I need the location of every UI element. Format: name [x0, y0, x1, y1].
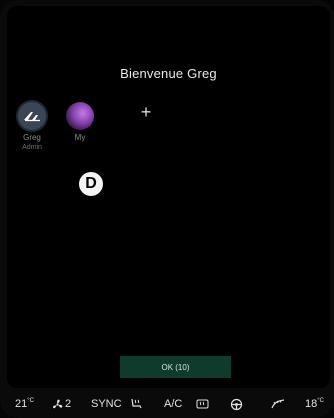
rear-defrost-button[interactable]	[196, 398, 209, 410]
heated-wheel-button[interactable]	[230, 398, 243, 411]
welcome-title: Bienvenue Greg	[120, 66, 217, 81]
temp-right[interactable]: 18°C	[305, 398, 324, 410]
profile-role: Admin	[22, 144, 42, 151]
profile-greg[interactable]: Greg Admin	[12, 102, 52, 152]
climate-bar: 21°C 2 SYNC A/C 18°C	[0, 391, 334, 418]
ac-button[interactable]: A/C	[164, 398, 182, 410]
sync-button[interactable]: SYNC	[91, 398, 122, 410]
profile-name: My	[74, 133, 86, 142]
rear-defrost-icon	[196, 399, 209, 409]
callout-marker-d: D	[79, 172, 103, 196]
purple-avatar-icon	[66, 102, 94, 130]
plus-icon: +	[140, 102, 152, 122]
fan-icon	[52, 399, 63, 408]
fan-level: 2	[65, 398, 72, 410]
profile-name: Greg	[23, 133, 41, 142]
windshield-air-icon	[271, 399, 285, 409]
windshield-air-button[interactable]	[271, 398, 285, 410]
ok-button[interactable]: OK (10)	[120, 356, 231, 378]
profile-my[interactable]: My	[60, 102, 100, 143]
heated-seat-button[interactable]	[130, 398, 143, 410]
heated-wheel-icon	[230, 398, 243, 411]
alpine-logo-icon	[18, 102, 46, 130]
fan-control[interactable]: 2	[52, 398, 71, 410]
profile-screen: Bienvenue Greg Greg Admin My + D OK (10)	[7, 6, 330, 388]
add-profile-button[interactable]: +	[136, 102, 156, 122]
heated-seat-icon	[131, 398, 142, 409]
temp-left[interactable]: 21°C	[15, 398, 34, 410]
